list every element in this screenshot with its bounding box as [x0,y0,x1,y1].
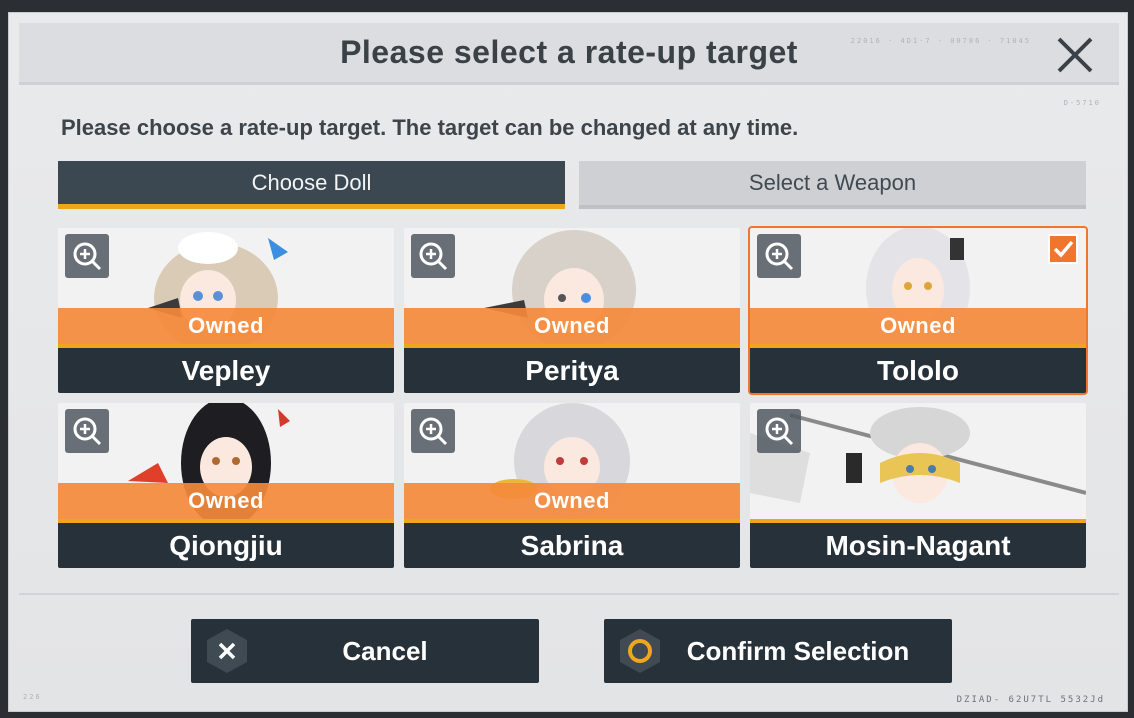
zoom-in-icon[interactable] [757,234,801,278]
doll-name: Tololo [750,344,1086,393]
owned-badge: Owned [750,308,1086,344]
owned-badge: Owned [58,308,394,344]
checkmark-icon[interactable] [1048,234,1078,264]
title-bar: Please select a rate-up target 22016 · 4… [19,23,1119,85]
confirm-selection-button[interactable]: Confirm Selection [604,619,952,683]
doll-card-vepley[interactable]: Owned Vepley [58,228,394,393]
doll-grid: Owned Vepley Owned Peritya Owned Tololo … [58,226,1088,570]
zoom-in-icon[interactable] [411,234,455,278]
zoom-in-icon[interactable] [65,234,109,278]
decorative-code-bottom-left: 226 [23,693,42,701]
cancel-button[interactable]: Cancel [191,619,539,683]
doll-card-sabrina[interactable]: Owned Sabrina [404,403,740,568]
dialog-subtitle: Please choose a rate-up target. The targ… [61,115,799,140]
zoom-in-icon[interactable] [65,409,109,453]
cancel-x-icon [207,629,247,673]
zoom-in-icon[interactable] [411,409,455,453]
doll-card-qiongjiu[interactable]: Owned Qiongjiu [58,403,394,568]
close-icon[interactable] [1051,31,1099,79]
doll-name: Mosin-Nagant [750,519,1086,568]
doll-name: Qiongjiu [58,519,394,568]
tab-choose-doll[interactable]: Choose Doll [58,161,565,209]
decorative-code: D-5710 [1063,99,1101,107]
divider [19,593,1119,595]
owned-badge: Owned [404,308,740,344]
doll-name: Vepley [58,344,394,393]
doll-card-mosin-nagant[interactable]: Mosin-Nagant [750,403,1086,568]
owned-badge: Owned [404,483,740,519]
doll-name: Sabrina [404,519,740,568]
zoom-in-icon[interactable] [757,409,801,453]
doll-card-tololo[interactable]: Owned Tololo [748,226,1088,395]
rate-up-dialog: Please select a rate-up target 22016 · 4… [8,12,1128,712]
doll-name: Peritya [404,344,740,393]
decorative-code-top: 22016 · 4D1·7 · 00786 · 71045 [850,37,1031,45]
owned-badge: Owned [58,483,394,519]
tab-select-weapon[interactable]: Select a Weapon [579,161,1086,209]
dialog-title: Please select a rate-up target [340,34,798,70]
doll-card-peritya[interactable]: Owned Peritya [404,228,740,393]
confirm-circle-icon [620,629,660,673]
decorative-code-bottom-right: DZIAD- 62U7TL 5532Jd [956,695,1105,705]
